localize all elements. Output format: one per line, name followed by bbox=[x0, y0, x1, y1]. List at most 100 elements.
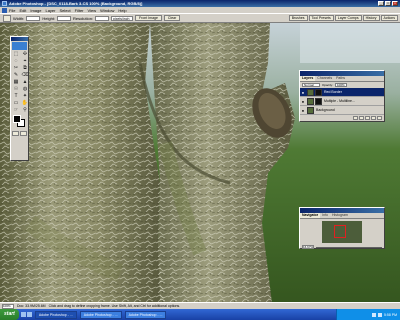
document-canvas[interactable] bbox=[0, 23, 400, 303]
dodge-tool-icon[interactable]: ☉ bbox=[12, 86, 20, 92]
zoom-tool-icon[interactable]: ⚲ bbox=[21, 107, 29, 113]
hand-tool-icon[interactable]: ✋ bbox=[21, 100, 29, 106]
width-input[interactable] bbox=[26, 15, 41, 21]
well-tab-brushes[interactable]: Brushes bbox=[288, 15, 308, 21]
opacity-input[interactable]: 100% bbox=[335, 83, 348, 87]
add-layer-style-icon[interactable] bbox=[353, 116, 358, 120]
pen-tool-icon[interactable]: ✦ bbox=[21, 93, 29, 99]
menu-window[interactable]: Window bbox=[100, 8, 114, 13]
notes-tool-icon[interactable]: ☞ bbox=[12, 107, 20, 113]
tab-paths[interactable]: Paths bbox=[334, 76, 347, 81]
magic-wand-tool-icon[interactable]: ⌖ bbox=[21, 58, 29, 64]
well-tab-layer-comps[interactable]: Layer Comps bbox=[334, 15, 362, 21]
layer-thumbnail bbox=[307, 106, 314, 114]
taskbar: start Adobe Photoshop - ... Adobe Photos… bbox=[0, 309, 400, 320]
slice-tool-icon[interactable]: ⧉ bbox=[21, 65, 29, 71]
toolbox: ⬚ ✣ ◌ ⌖ ✂ ⧉ ✎ ⌫ ▦ ▲ ☉ ◍ T ✦ ▭ ✋ ☞ ⚲ bbox=[10, 36, 29, 161]
resolution-input[interactable] bbox=[95, 15, 110, 21]
gradient-tool-icon[interactable]: ▦ bbox=[12, 79, 20, 85]
menu-edit[interactable]: Edit bbox=[19, 8, 26, 13]
navigator-zoom-slider[interactable] bbox=[316, 246, 382, 248]
menu-filter[interactable]: Filter bbox=[75, 8, 84, 13]
tool-hint: Click and drag to define cropping frame.… bbox=[48, 304, 181, 308]
menu-layer[interactable]: Layer bbox=[45, 8, 55, 13]
crop-tool-icon[interactable]: ✂ bbox=[12, 65, 20, 71]
tab-channels[interactable]: Channels bbox=[315, 76, 334, 81]
title-bar: Adobe Photoshop - [DSC_0118-Bark 3-CS 10… bbox=[0, 0, 400, 7]
photoshop-logo-icon bbox=[2, 7, 7, 13]
blend-mode-select[interactable]: Normal bbox=[302, 83, 320, 87]
layer-row[interactable]: ● Background bbox=[300, 106, 384, 115]
adobe-online-icon[interactable] bbox=[12, 42, 27, 50]
tab-layers[interactable]: Layers bbox=[300, 76, 316, 81]
toolbox-title-bar[interactable] bbox=[11, 37, 28, 41]
visibility-eye-icon[interactable]: ● bbox=[301, 90, 305, 95]
status-zoom-input[interactable]: 100% bbox=[2, 303, 14, 309]
navigator-preview[interactable] bbox=[322, 221, 362, 243]
resolution-units-select[interactable]: pixels/inch bbox=[111, 15, 134, 21]
marquee-tool-icon[interactable]: ⬚ bbox=[12, 51, 20, 57]
foreground-color-swatch[interactable] bbox=[13, 115, 21, 123]
tab-info[interactable]: Info bbox=[320, 213, 330, 218]
tray-icon[interactable] bbox=[377, 312, 382, 317]
layer-row[interactable]: ● Multiple - Multiline... bbox=[300, 97, 384, 106]
clear-button[interactable]: Clear bbox=[163, 15, 181, 21]
resolution-label: Resolution: bbox=[73, 15, 94, 21]
taskbar-task-photoshop[interactable]: Adobe Photoshop - ... bbox=[79, 310, 122, 319]
type-tool-icon[interactable]: T bbox=[12, 93, 20, 99]
doc-size-info[interactable]: Doc: 33.9M/25.6M bbox=[17, 304, 46, 308]
menu-help[interactable]: Help bbox=[118, 8, 126, 13]
well-tab-actions[interactable]: Actions bbox=[380, 15, 398, 21]
quick-mask-mode-icon[interactable] bbox=[20, 131, 27, 136]
add-mask-icon[interactable] bbox=[359, 116, 364, 120]
visibility-eye-icon[interactable]: ● bbox=[301, 99, 305, 104]
quick-launch bbox=[20, 312, 32, 317]
tool-grid: ⬚ ✣ ◌ ⌖ ✂ ⧉ ✎ ⌫ ▦ ▲ ☉ ◍ T ✦ ▭ ✋ ☞ ⚲ bbox=[11, 51, 29, 113]
tab-histogram[interactable]: Histogram bbox=[330, 213, 350, 218]
start-button[interactable]: start bbox=[0, 309, 19, 320]
palette-well: Brushes Tool Presets Layer Comps History… bbox=[288, 15, 398, 21]
stamp-tool-icon[interactable]: ◍ bbox=[21, 86, 29, 92]
lasso-tool-icon[interactable]: ◌ bbox=[12, 58, 20, 64]
menu-file[interactable]: File bbox=[9, 8, 15, 13]
navigator-zoom-input[interactable]: 16.67% bbox=[302, 245, 314, 249]
menu-image[interactable]: Image bbox=[30, 8, 41, 13]
tray-icon[interactable] bbox=[371, 312, 376, 317]
blur-tool-icon[interactable]: ▲ bbox=[21, 79, 29, 85]
navigator-panel: Navigator Info Histogram 16.67% bbox=[299, 207, 385, 249]
color-swatches bbox=[12, 115, 27, 129]
menu-view[interactable]: View bbox=[88, 8, 97, 13]
shape-tool-icon[interactable]: ▭ bbox=[12, 100, 20, 106]
height-input[interactable] bbox=[57, 15, 72, 21]
tab-navigator[interactable]: Navigator bbox=[300, 213, 321, 218]
new-layer-icon[interactable] bbox=[371, 116, 376, 120]
layer-row[interactable]: ● Red Border bbox=[300, 88, 384, 97]
layer-name: Background bbox=[316, 108, 335, 112]
standard-mode-icon[interactable] bbox=[12, 131, 19, 136]
status-bar: 100% Doc: 33.9M/25.6M Click and drag to … bbox=[0, 302, 400, 309]
quick-launch-icon[interactable] bbox=[20, 312, 26, 317]
navigator-view-frame[interactable] bbox=[334, 225, 346, 238]
crop-tool-preset-picker[interactable] bbox=[3, 14, 11, 22]
front-image-button[interactable]: Front Image bbox=[135, 15, 162, 21]
visibility-eye-icon[interactable]: ● bbox=[301, 108, 305, 113]
new-group-icon[interactable] bbox=[365, 116, 370, 120]
layer-name: Multiple - Multiline... bbox=[324, 99, 355, 103]
brush-tool-icon[interactable]: ✎ bbox=[12, 72, 20, 78]
minimize-button[interactable]: _ bbox=[378, 1, 384, 6]
well-tab-tool-presets[interactable]: Tool Presets bbox=[308, 15, 334, 21]
system-tray: 5:58 PM bbox=[336, 309, 400, 320]
move-tool-icon[interactable]: ✣ bbox=[21, 51, 29, 57]
taskbar-task-photoshop[interactable]: Adobe Photoshop - ... bbox=[124, 310, 167, 319]
layer-buttons bbox=[300, 115, 384, 121]
close-button[interactable]: x bbox=[392, 1, 398, 6]
well-tab-history[interactable]: History bbox=[362, 15, 380, 21]
delete-layer-icon[interactable] bbox=[377, 116, 382, 120]
navigator-panel-tabs: Navigator Info Histogram bbox=[300, 213, 384, 219]
taskbar-clock[interactable]: 5:58 PM bbox=[384, 313, 397, 317]
maximize-button[interactable]: □ bbox=[385, 1, 391, 6]
quick-launch-icon[interactable] bbox=[26, 312, 32, 317]
eraser-tool-icon[interactable]: ⌫ bbox=[21, 72, 29, 78]
taskbar-task-photoshop[interactable]: Adobe Photoshop - ... bbox=[34, 310, 77, 319]
menu-select[interactable]: Select bbox=[60, 8, 71, 13]
